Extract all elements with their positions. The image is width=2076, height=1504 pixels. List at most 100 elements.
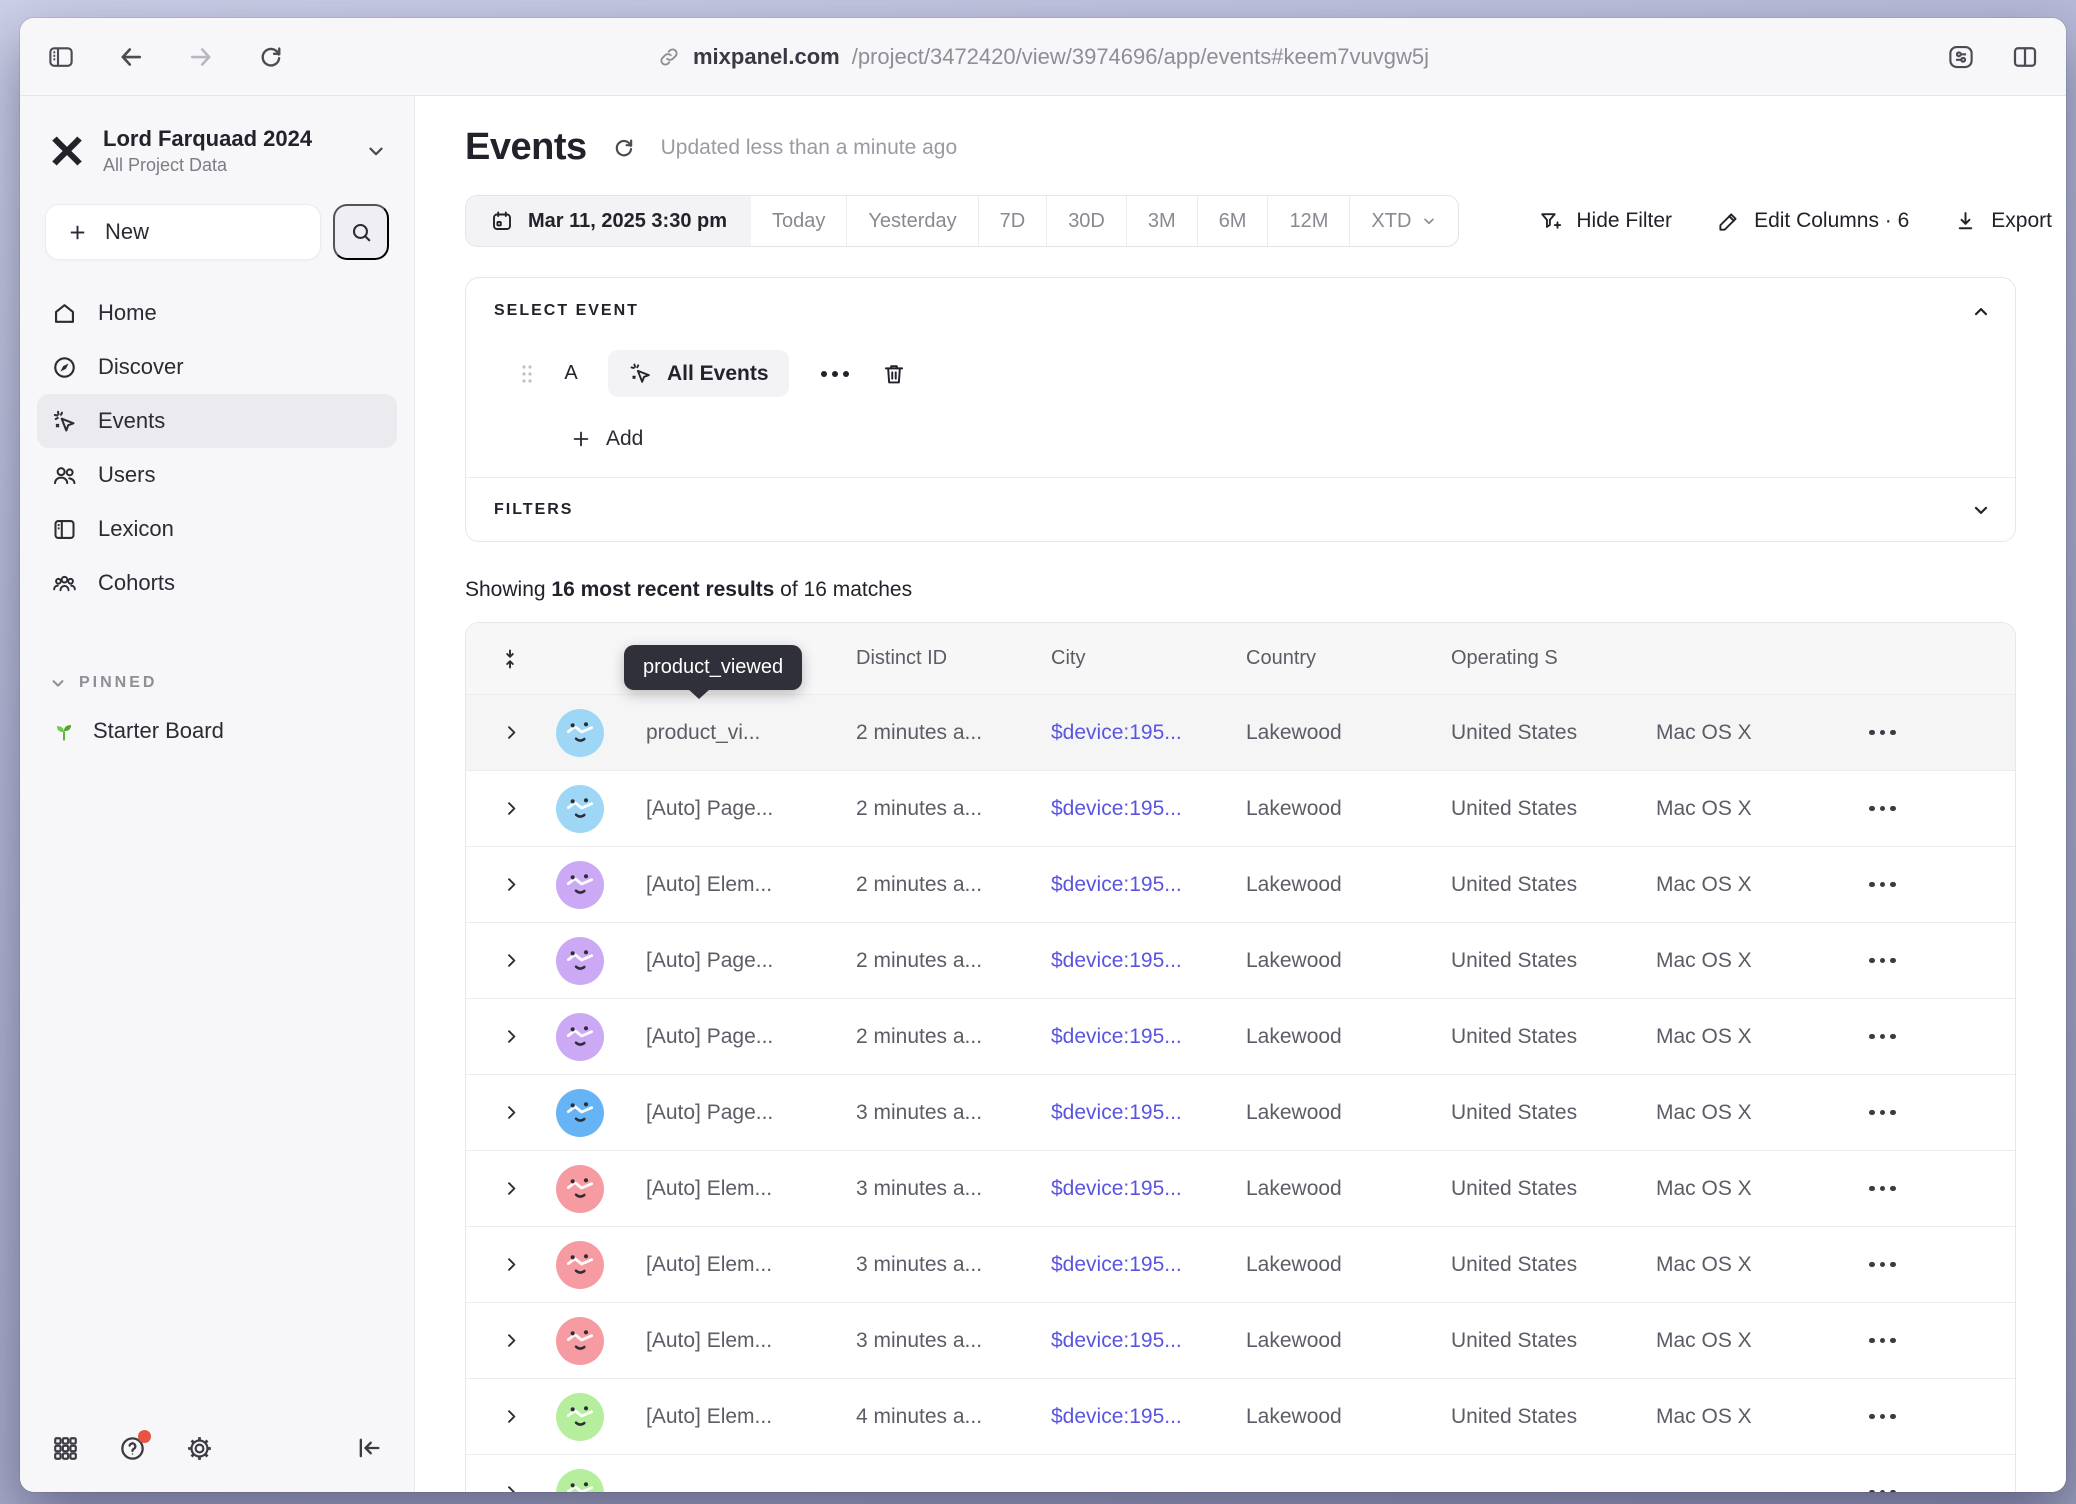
distinct-id-link[interactable]: $device:195... (1051, 1177, 1246, 1201)
date-preset-button[interactable]: 6M (1197, 196, 1268, 246)
export-button[interactable]: Export (1953, 209, 2052, 234)
row-menu-button[interactable] (1841, 1490, 2015, 1492)
expand-row-button[interactable] (466, 800, 556, 817)
page-settings-icon[interactable] (1946, 42, 1976, 72)
main-content: Events Updated less than a minute ago Ma… (415, 96, 2066, 1492)
sidebar-item-cohorts[interactable]: Cohorts (37, 556, 397, 610)
row-menu-button[interactable] (1841, 882, 2015, 888)
events-table: product_viewed Time Distinct ID City Cou… (465, 622, 2016, 1492)
column-header[interactable]: City (1051, 647, 1246, 670)
add-event-button[interactable]: Add (570, 427, 1987, 451)
event-name-cell[interactable]: [Auto] Elem... (646, 1405, 856, 1429)
expand-row-button[interactable] (466, 1256, 556, 1273)
distinct-id-link[interactable]: $device:195... (1051, 1253, 1246, 1277)
expand-row-button[interactable] (466, 1104, 556, 1121)
chevron-down-icon[interactable] (1971, 500, 1991, 520)
xtd-dropdown[interactable]: XTD (1349, 196, 1458, 246)
row-menu-button[interactable] (1841, 730, 2015, 736)
event-name-cell[interactable]: [Auto] Elem... (646, 1253, 856, 1277)
column-header[interactable]: Country (1246, 647, 1451, 670)
filters-section[interactable]: FILTERS (466, 477, 2015, 541)
clause-more-button[interactable] (815, 371, 855, 377)
sidebar-item-lexicon[interactable]: Lexicon (37, 502, 397, 556)
row-menu-button[interactable] (1841, 1262, 2015, 1268)
reload-button-icon[interactable] (256, 42, 286, 72)
date-preset-button[interactable]: Yesterday (846, 196, 977, 246)
expand-row-button[interactable] (466, 1180, 556, 1197)
collapse-rows-icon[interactable] (466, 647, 646, 671)
distinct-id-link[interactable]: $device:195... (1051, 873, 1246, 897)
date-preset-button[interactable]: 12M (1267, 196, 1349, 246)
date-preset-button[interactable]: 3M (1126, 196, 1197, 246)
browser-toolbar: mixpanel.com/project/3472420/view/397469… (20, 18, 2066, 96)
url-bar[interactable]: mixpanel.com/project/3472420/view/397469… (657, 44, 1429, 70)
browser-sidebar-toggle-icon[interactable] (46, 42, 76, 72)
chevron-right-icon (503, 952, 520, 969)
chevron-up-icon[interactable] (1971, 302, 1991, 322)
edit-columns-button[interactable]: Edit Columns · 6 (1716, 209, 1909, 234)
event-selector-pill[interactable]: All Events (608, 350, 789, 397)
apps-grid-icon[interactable] (51, 1434, 80, 1463)
collapse-sidebar-icon[interactable] (355, 1434, 383, 1462)
sidebar-item-users[interactable]: Users (37, 448, 397, 502)
distinct-id-link[interactable]: $device:195... (1051, 797, 1246, 821)
distinct-id-link[interactable]: $device:195... (1051, 1329, 1246, 1353)
expand-row-button[interactable] (466, 1408, 556, 1425)
row-menu-button[interactable] (1841, 1110, 2015, 1116)
country-cell: United States (1451, 1025, 1656, 1049)
expand-row-button[interactable] (466, 724, 556, 741)
os-cell: Mac OS X (1656, 797, 1841, 821)
sidebar-item-events[interactable]: Events (37, 394, 397, 448)
filter-icon (1538, 209, 1563, 234)
date-preset-button[interactable]: 7D (978, 196, 1047, 246)
row-menu-button[interactable] (1841, 1186, 2015, 1192)
forward-button-icon[interactable] (186, 42, 216, 72)
date-preset-button[interactable]: 30D (1046, 196, 1126, 246)
expand-row-button[interactable] (466, 876, 556, 893)
event-name-cell[interactable]: [Auto] Elem... (646, 1329, 856, 1353)
row-menu-button[interactable] (1841, 1338, 2015, 1344)
pinned-section-toggle[interactable]: PINNED (37, 674, 397, 692)
country-cell: United States (1451, 797, 1656, 821)
help-icon[interactable] (118, 1434, 147, 1463)
distinct-id-link[interactable]: $device:195... (1051, 949, 1246, 973)
project-switcher[interactable]: Lord Farquaad 2024 All Project Data (37, 96, 397, 186)
distinct-id-link[interactable]: $device:195... (1051, 1101, 1246, 1125)
column-header[interactable]: Operating S (1451, 647, 1656, 670)
event-name-cell[interactable]: [Auto] Page... (646, 1025, 856, 1049)
date-preset-button[interactable]: Today (751, 196, 846, 246)
expand-row-button[interactable] (466, 1484, 556, 1492)
row-menu-button[interactable] (1841, 806, 2015, 812)
gear-icon[interactable] (185, 1434, 214, 1463)
event-name-cell[interactable]: [Auto] Elem... (646, 873, 856, 897)
search-button[interactable] (333, 204, 389, 260)
event-name-cell[interactable]: [Auto] Page... (646, 949, 856, 973)
distinct-id-link[interactable]: $device:195... (1051, 1405, 1246, 1429)
refresh-icon[interactable] (611, 135, 637, 161)
row-menu-button[interactable] (1841, 958, 2015, 964)
pinned-header-label: PINNED (79, 674, 157, 692)
back-button-icon[interactable] (116, 42, 146, 72)
new-button[interactable]: New (45, 204, 321, 260)
event-name-cell[interactable]: [Auto] Page... (646, 1101, 856, 1125)
expand-row-button[interactable] (466, 1028, 556, 1045)
sidebar-item-starter-board[interactable]: Starter Board (37, 718, 397, 744)
date-picker-button[interactable]: Mar 11, 2025 3:30 pm (466, 196, 751, 246)
drag-handle-icon[interactable] (520, 363, 534, 385)
trash-icon[interactable] (881, 361, 907, 387)
column-header[interactable]: Distinct ID (856, 647, 1051, 670)
row-menu-button[interactable] (1841, 1034, 2015, 1040)
sidebar-item-home[interactable]: Home (37, 286, 397, 340)
event-name-cell[interactable]: [Auto] Page... (646, 797, 856, 821)
event-name-cell[interactable]: product_vi... (646, 721, 856, 745)
split-view-icon[interactable] (2010, 42, 2040, 72)
hide-filter-button[interactable]: Hide Filter (1538, 209, 1672, 234)
row-menu-button[interactable] (1841, 1414, 2015, 1420)
event-name-cell[interactable]: [Auto] Elem... (646, 1177, 856, 1201)
expand-row-button[interactable] (466, 952, 556, 969)
distinct-id-link[interactable]: $device:195... (1051, 721, 1246, 745)
face-icon (560, 713, 600, 753)
sidebar-item-discover[interactable]: Discover (37, 340, 397, 394)
expand-row-button[interactable] (466, 1332, 556, 1349)
distinct-id-link[interactable]: $device:195... (1051, 1025, 1246, 1049)
